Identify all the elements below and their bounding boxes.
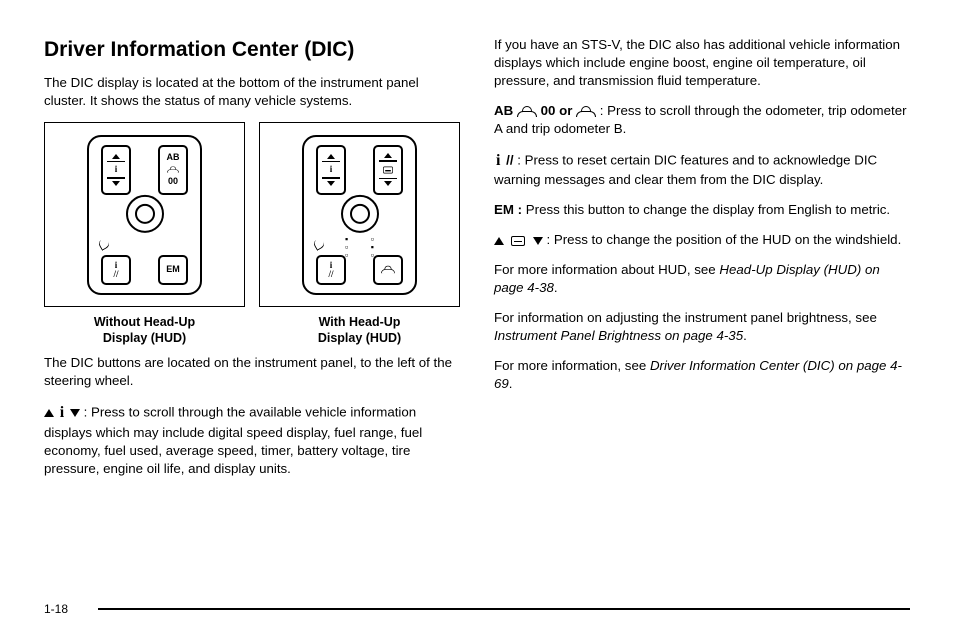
brightness-reference: For information on adjusting the instrum… <box>494 309 910 345</box>
center-dial <box>126 195 164 233</box>
reset-button: i// <box>316 255 346 285</box>
page-footer: 1-18 <box>44 602 910 616</box>
hud-screen-icon <box>511 236 525 246</box>
footer-rule <box>98 608 910 610</box>
intro-paragraph: The DIC display is located at the bottom… <box>44 74 460 110</box>
stsv-paragraph: If you have an STS-V, the DIC also has a… <box>494 36 910 90</box>
info-rocker-button: i <box>101 145 131 195</box>
figure-caption: With Head-Up Display (HUD) <box>259 315 460 346</box>
down-arrow-icon <box>70 409 80 417</box>
hud-select-button <box>373 255 403 285</box>
brightness-indicator-right: ▫▪▫ <box>371 235 374 259</box>
buttons-location-text: The DIC buttons are located on the instr… <box>44 354 460 390</box>
right-column: If you have an STS-V, the DIC also has a… <box>494 36 910 490</box>
car-icon <box>576 106 596 117</box>
figure-box: i AB 00 i// EM <box>44 122 245 307</box>
info-rocker-button: i <box>316 145 346 195</box>
control-panel-with-hud: i ▪▫▫ ▫▪▫ i// <box>302 135 417 295</box>
figure-with-hud: i ▪▫▫ ▫▪▫ i// <box>259 122 460 346</box>
em-button: EM <box>158 255 188 285</box>
manual-page: Driver Information Center (DIC) The DIC … <box>0 0 954 490</box>
left-column: Driver Information Center (DIC) The DIC … <box>44 36 460 490</box>
reset-button: i// <box>101 255 131 285</box>
up-arrow-icon <box>44 409 54 417</box>
figure-caption: Without Head-Up Display (HUD) <box>44 315 245 346</box>
hud-position-rocker-button <box>373 145 403 195</box>
figure-box: i ▪▫▫ ▫▪▫ i// <box>259 122 460 307</box>
section-title: Driver Information Center (DIC) <box>44 36 460 64</box>
info-i-icon: i <box>58 402 66 424</box>
dimmer-icon <box>97 237 111 251</box>
odometer-rocker-button: AB 00 <box>158 145 188 195</box>
control-panel-without-hud: i AB 00 i// EM <box>87 135 202 295</box>
hud-position-paragraph: : Press to change the position of the HU… <box>494 231 910 249</box>
odometer-paragraph: AB 00 or : Press to scroll through the o… <box>494 102 910 138</box>
em-paragraph: EM : Press this button to change the dis… <box>494 201 910 219</box>
up-arrow-icon <box>494 237 504 245</box>
figure-without-hud: i AB 00 i// EM <box>44 122 245 346</box>
center-dial <box>341 195 379 233</box>
reset-paragraph: i // : Press to reset certain DIC featur… <box>494 150 910 190</box>
info-scroll-paragraph: i : Press to scroll through the availabl… <box>44 402 460 477</box>
dic-reference: For more information, see Driver Informa… <box>494 357 910 393</box>
hud-reference: For more information about HUD, see Head… <box>494 261 910 297</box>
brightness-indicator-left: ▪▫▫ <box>345 235 348 259</box>
dimmer-icon <box>312 237 326 251</box>
figures-row: i AB 00 i// EM <box>44 122 460 346</box>
car-icon <box>517 106 537 117</box>
down-arrow-icon <box>533 237 543 245</box>
page-number: 1-18 <box>44 602 68 616</box>
